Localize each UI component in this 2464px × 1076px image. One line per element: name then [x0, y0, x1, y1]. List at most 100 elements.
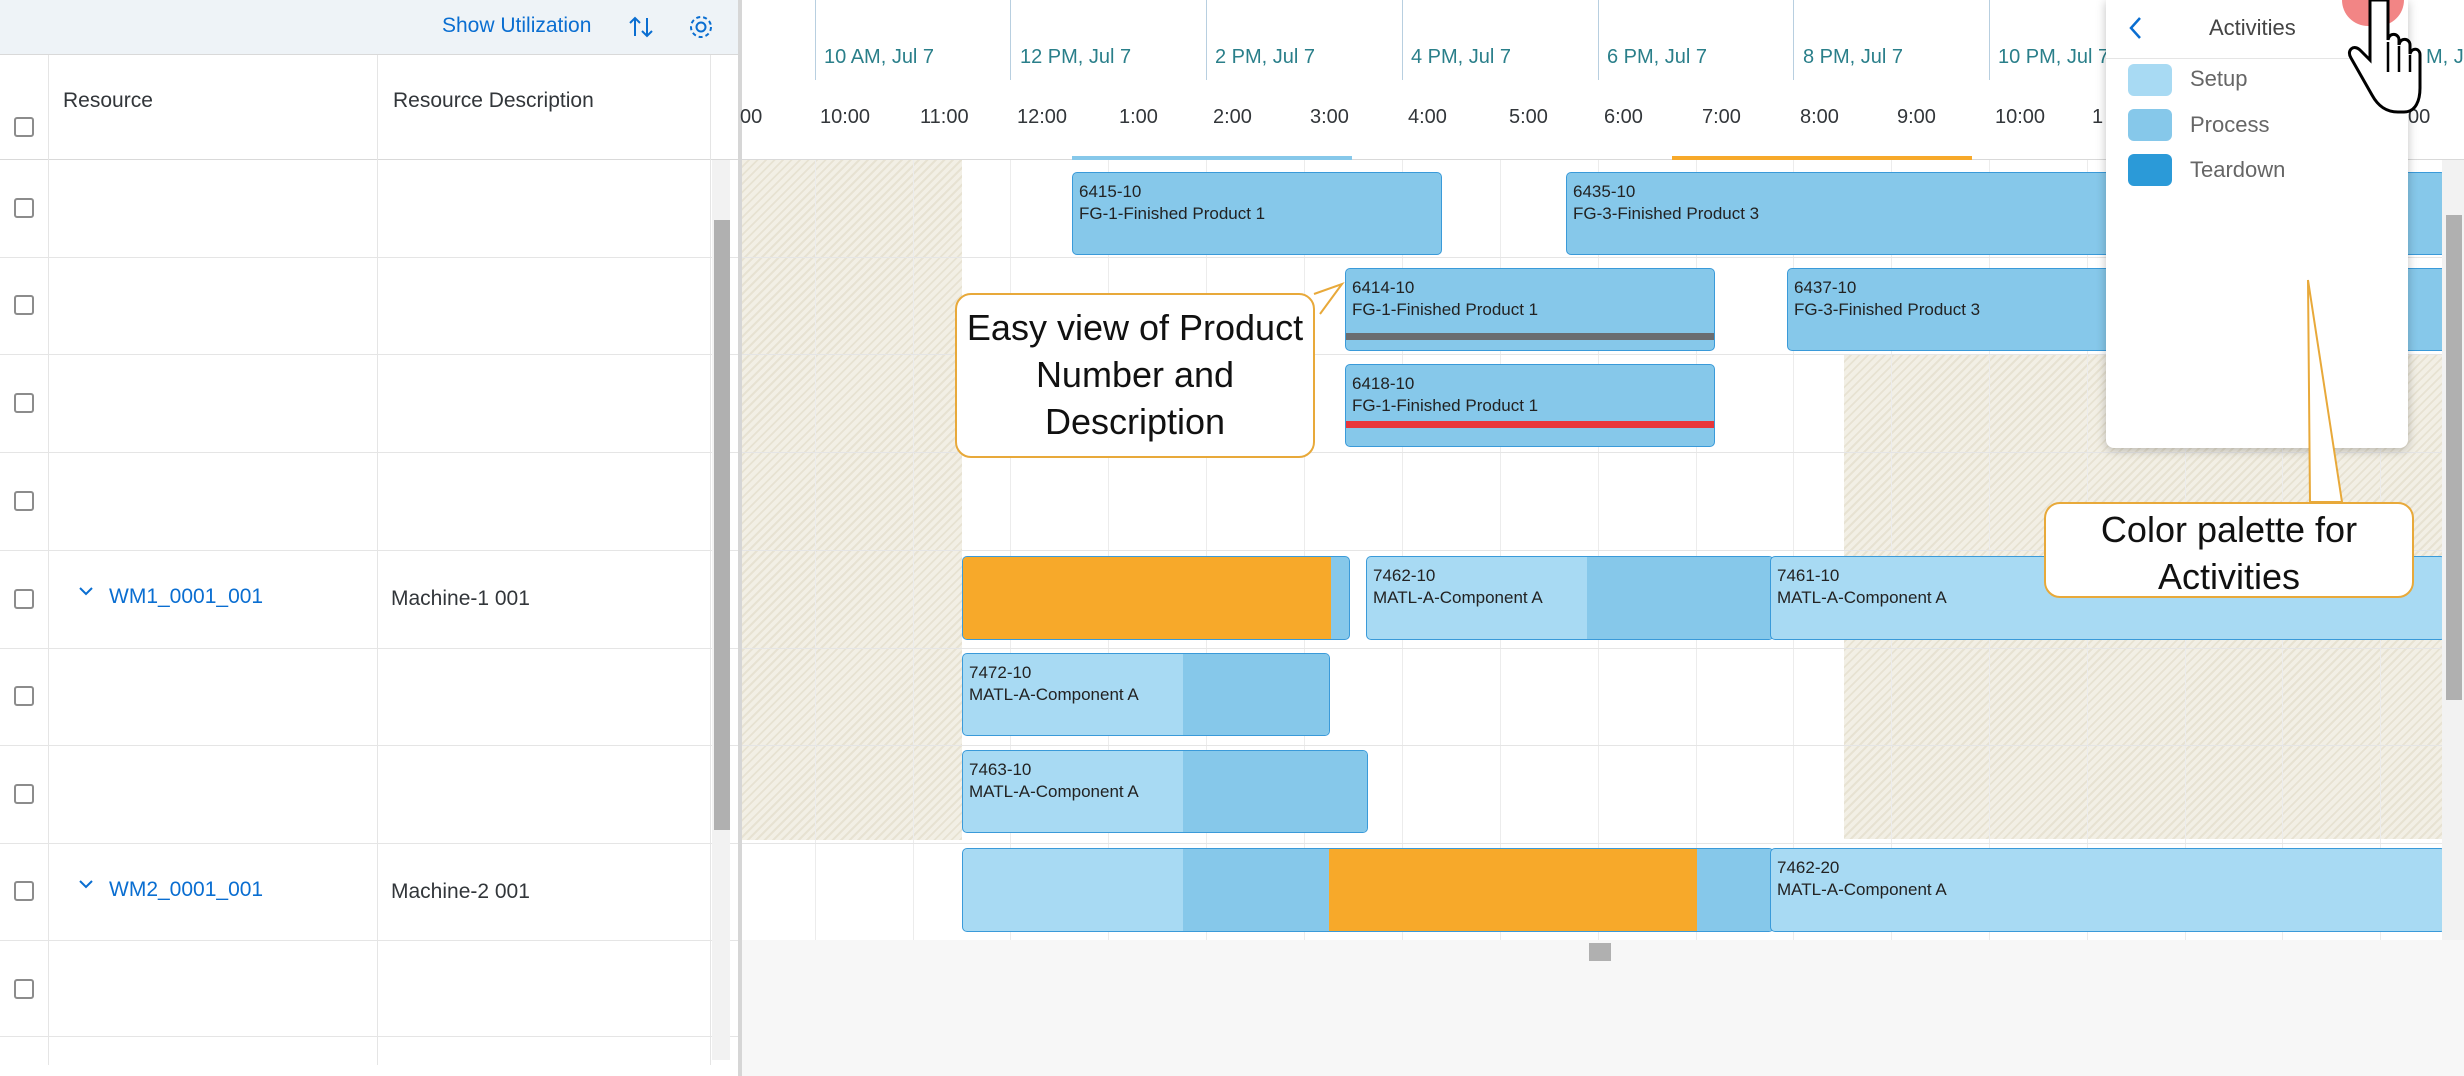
row-checkbox[interactable]	[14, 589, 34, 609]
process-segment	[1697, 849, 1773, 931]
activity-bar[interactable]: 7462-20 MATL-A-Component A	[1770, 848, 2446, 932]
callout-color-palette: Color palette for Activities	[2044, 502, 2414, 598]
table-row[interactable]: WM1_0001_001 Machine-1 001	[0, 551, 738, 648]
bar-desc: FG-1-Finished Product 1	[1079, 204, 1266, 223]
activity-bar-partial[interactable]	[1072, 156, 1352, 160]
column-header-resource-description[interactable]: Resource Description	[393, 89, 594, 113]
row-divider	[742, 745, 2442, 746]
row-checkbox[interactable]	[14, 198, 34, 218]
table-row[interactable]	[0, 355, 738, 452]
timeline-major-label: 12 PM, Jul 7	[1020, 46, 1132, 68]
horizontal-scroll-handle[interactable]	[1589, 943, 1611, 961]
bar-id: 7463-10	[969, 760, 1032, 779]
timeline-major-label: 10 AM, Jul 7	[824, 46, 935, 68]
timeline-hour-label: 3:00	[1310, 106, 1349, 128]
process-segment	[1183, 751, 1367, 832]
hand-pointer-icon	[2347, 0, 2422, 114]
bar-desc: MATL-A-Component A	[1777, 588, 1947, 607]
timeline-hour-label: 11:00	[920, 106, 969, 128]
timeline-major-label: 8 PM, Jul 7	[1803, 46, 1904, 68]
table-row[interactable]: WM2_0001_001 Machine-2 001	[0, 844, 738, 941]
activity-bar[interactable]	[962, 556, 1350, 640]
process-segment	[1587, 557, 1773, 639]
timeline-hour-label: 7:00	[1702, 106, 1741, 128]
table-row[interactable]	[0, 453, 738, 550]
row-checkbox[interactable]	[14, 295, 34, 315]
row-checkbox[interactable]	[14, 784, 34, 804]
activity-bar[interactable]: 6418-10 FG-1-Finished Product 1	[1345, 364, 1715, 447]
status-line-gray	[1346, 333, 1714, 340]
table-scrollbar-thumb[interactable]	[714, 220, 730, 830]
palette-item-label: Teardown	[2190, 157, 2286, 182]
row-checkbox[interactable]	[14, 393, 34, 413]
bar-desc: FG-3-Finished Product 3	[1573, 204, 1760, 223]
table-row[interactable]	[0, 941, 738, 1038]
timeline-hour-label: 6:00	[1604, 106, 1643, 128]
activity-bar[interactable]: 6415-10 FG-1-Finished Product 1	[1072, 172, 1442, 255]
timeline-hour-label: 4:00	[1408, 106, 1447, 128]
timeline-major-label: M, J	[2426, 46, 2464, 68]
resource-description: Machine-2 001	[391, 880, 530, 903]
activity-bar[interactable]: 6414-10 FG-1-Finished Product 1	[1345, 268, 1715, 351]
table-header: Resource Resource Description	[0, 55, 738, 160]
setup-segment-orange	[963, 557, 1331, 639]
table-row[interactable]	[0, 649, 738, 746]
bar-desc: FG-3-Finished Product 3	[1794, 300, 1981, 319]
expand-chevron-icon[interactable]	[76, 874, 96, 899]
callout-product-info: Easy view of Product Number and Descript…	[955, 293, 1315, 458]
timeline-hour-label: 00	[740, 106, 763, 128]
activity-bar-partial[interactable]	[1672, 156, 1972, 160]
palette-item-label: Process	[2190, 112, 2270, 137]
timeline-major-label: 4 PM, Jul 7	[1411, 46, 1512, 68]
timeline-hour-label: 5:00	[1509, 106, 1548, 128]
teardown-color-swatch[interactable]	[2128, 154, 2172, 186]
callout-pointer	[2307, 279, 2344, 503]
row-checkbox[interactable]	[14, 979, 34, 999]
resource-table: Show Utilization Resource Resource Descr…	[0, 0, 738, 1076]
row-divider	[742, 843, 2442, 844]
row-checkbox[interactable]	[14, 491, 34, 511]
table-row[interactable]	[0, 258, 738, 355]
table-toolbar: Show Utilization	[0, 0, 738, 55]
show-utilization-button[interactable]: Show Utilization	[442, 14, 591, 38]
timeline-major-label: 6 PM, Jul 7	[1607, 46, 1708, 68]
select-all-checkbox[interactable]	[14, 117, 34, 137]
bar-id: 6418-10	[1352, 374, 1415, 393]
process-color-swatch[interactable]	[2128, 109, 2172, 141]
activity-bar[interactable]: 7462-10 MATL-A-Component A	[1366, 556, 1774, 640]
row-checkbox[interactable]	[14, 881, 34, 901]
timeline-hour-label: 1:00	[1119, 106, 1158, 128]
table-row[interactable]	[0, 160, 738, 257]
timeline-hour-label: 2:00	[1213, 106, 1252, 128]
settings-icon[interactable]	[686, 12, 716, 47]
timeline-hour-label: 8:00	[1800, 106, 1839, 128]
row-divider	[0, 1036, 738, 1037]
bar-id: 7461-10	[1777, 566, 1840, 585]
timeline-major-tick	[1598, 0, 1599, 80]
gantt-scrollbar-thumb[interactable]	[2446, 215, 2462, 700]
resource-link[interactable]: WM1_0001_001	[109, 585, 263, 609]
bar-desc: MATL-A-Component A	[1777, 880, 1947, 899]
palette-title: Activities	[2209, 15, 2296, 40]
timeline-major-label: 2 PM, Jul 7	[1215, 46, 1316, 68]
resource-link[interactable]: WM2_0001_001	[109, 878, 263, 902]
bar-id: 6414-10	[1352, 278, 1415, 297]
column-header-resource[interactable]: Resource	[63, 89, 153, 113]
sort-icon[interactable]	[626, 12, 656, 47]
chevron-left-icon[interactable]	[2124, 14, 2148, 47]
activity-bar[interactable]	[962, 848, 1774, 932]
timeline-major-tick	[1010, 0, 1011, 80]
setup-segment-orange	[1329, 849, 1697, 931]
expand-chevron-icon[interactable]	[76, 581, 96, 606]
bar-id: 7462-10	[1373, 566, 1436, 585]
activity-bar[interactable]: 7472-10 MATL-A-Component A	[962, 653, 1330, 736]
setup-color-swatch[interactable]	[2128, 64, 2172, 96]
row-checkbox[interactable]	[14, 686, 34, 706]
table-row[interactable]	[0, 746, 738, 843]
bar-desc: FG-1-Finished Product 1	[1352, 396, 1539, 415]
timeline-hour-label: 1	[2092, 106, 2104, 128]
bar-id: 7472-10	[969, 663, 1032, 682]
bar-desc: MATL-A-Component A	[1373, 588, 1543, 607]
activity-bar[interactable]: 7463-10 MATL-A-Component A	[962, 750, 1368, 833]
timeline-hour-label: 12:00	[1017, 106, 1068, 128]
